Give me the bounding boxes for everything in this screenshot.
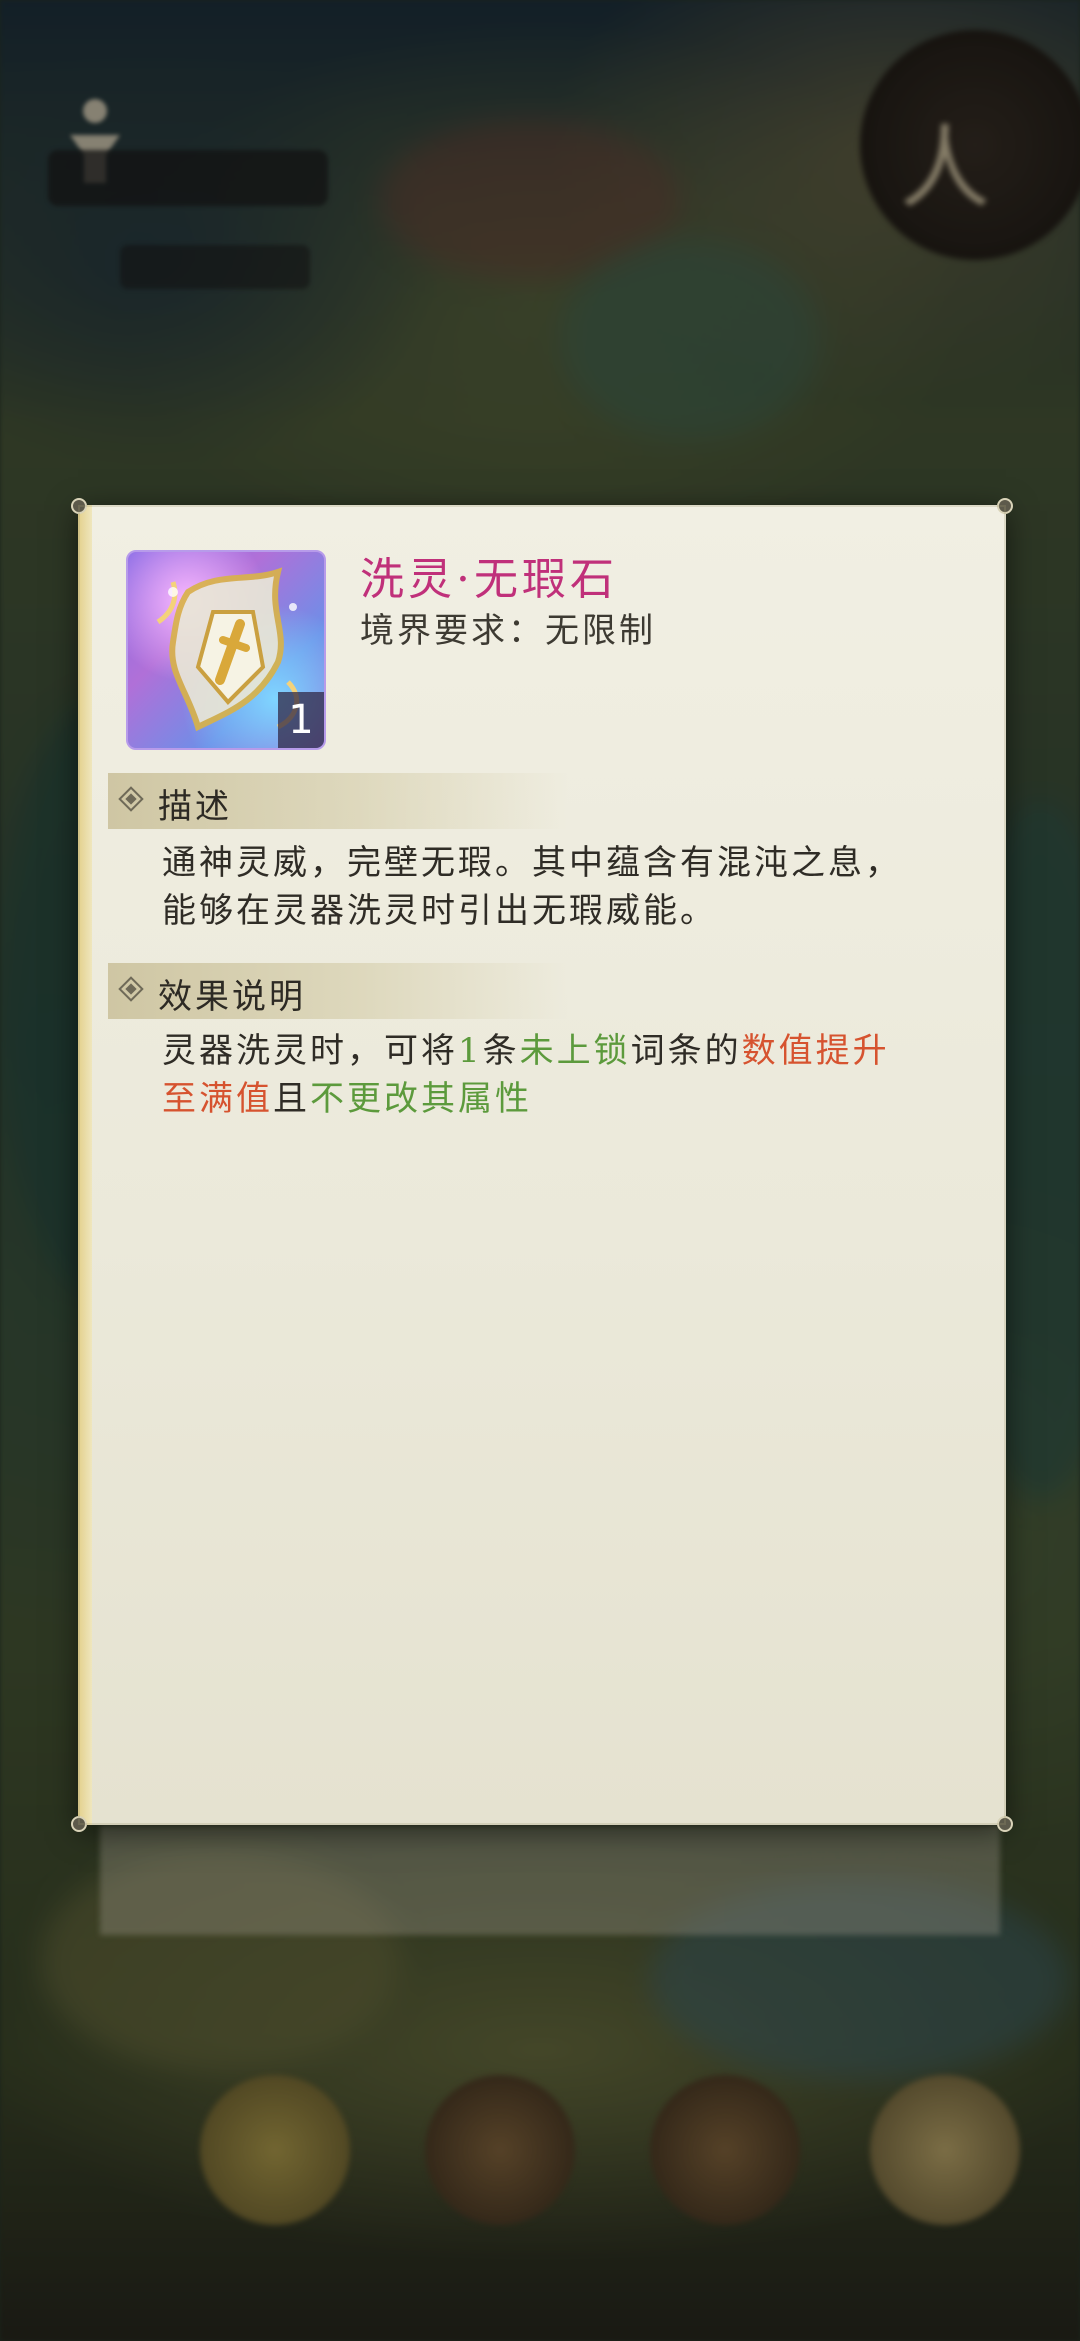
item-count-badge: 1 (278, 692, 324, 748)
item-name: 洗灵·无瑕石 (360, 554, 618, 605)
effect-section-header: 效果说明 (108, 963, 568, 1019)
description-section-header: 描述 (108, 773, 568, 829)
diamond-icon (118, 786, 144, 812)
panel-corner-rivet (997, 498, 1013, 514)
description-line: 能够在灵器洗灵时引出无瑕威能。 (162, 891, 717, 931)
effect-highlight-value-boost: 数值提升 (741, 1031, 890, 1071)
description-text: 通神灵威，完壁无瑕。其中蕴含有混沌之息， 能够在灵器洗灵时引出无瑕威能。 (162, 839, 982, 935)
effect-text-part: 条 (482, 1031, 520, 1071)
effect-title: 效果说明 (158, 977, 306, 1017)
panel-corner-rivet (997, 1816, 1013, 1832)
panel-corner-rivet (71, 498, 87, 514)
effect-highlight-unlocked: 未上锁 (519, 1031, 631, 1071)
item-detail-panel: 1 洗灵·无瑕石 境界要求：无限制 描述 通神灵威，完壁无瑕。其中蕴含有混沌之息… (71, 498, 1013, 1832)
effect-highlight-max: 至满值 (162, 1079, 273, 1119)
description-title: 描述 (158, 787, 232, 827)
panel-shadow (100, 1825, 1000, 1935)
realm-requirement: 境界要求：无限制 (360, 611, 656, 651)
effect-highlight-keep-attribute: 不更改其属性 (310, 1079, 532, 1119)
effect-text: 灵器洗灵时，可将1条未上锁词条的数值提升至满值且不更改其属性 (162, 1027, 982, 1123)
effect-text-part: 且 (273, 1079, 310, 1119)
effect-highlight-count: 1 (458, 1031, 483, 1071)
description-line: 通神灵威，完壁无瑕。其中蕴含有混沌之息， (162, 843, 902, 883)
panel-corner-rivet (71, 1816, 87, 1832)
effect-text-part: 词条的 (630, 1031, 742, 1071)
effect-text-part: 灵器洗灵时，可将 (162, 1031, 458, 1071)
wuxia-stone-icon: 1 (126, 550, 326, 750)
diamond-icon (118, 976, 144, 1002)
